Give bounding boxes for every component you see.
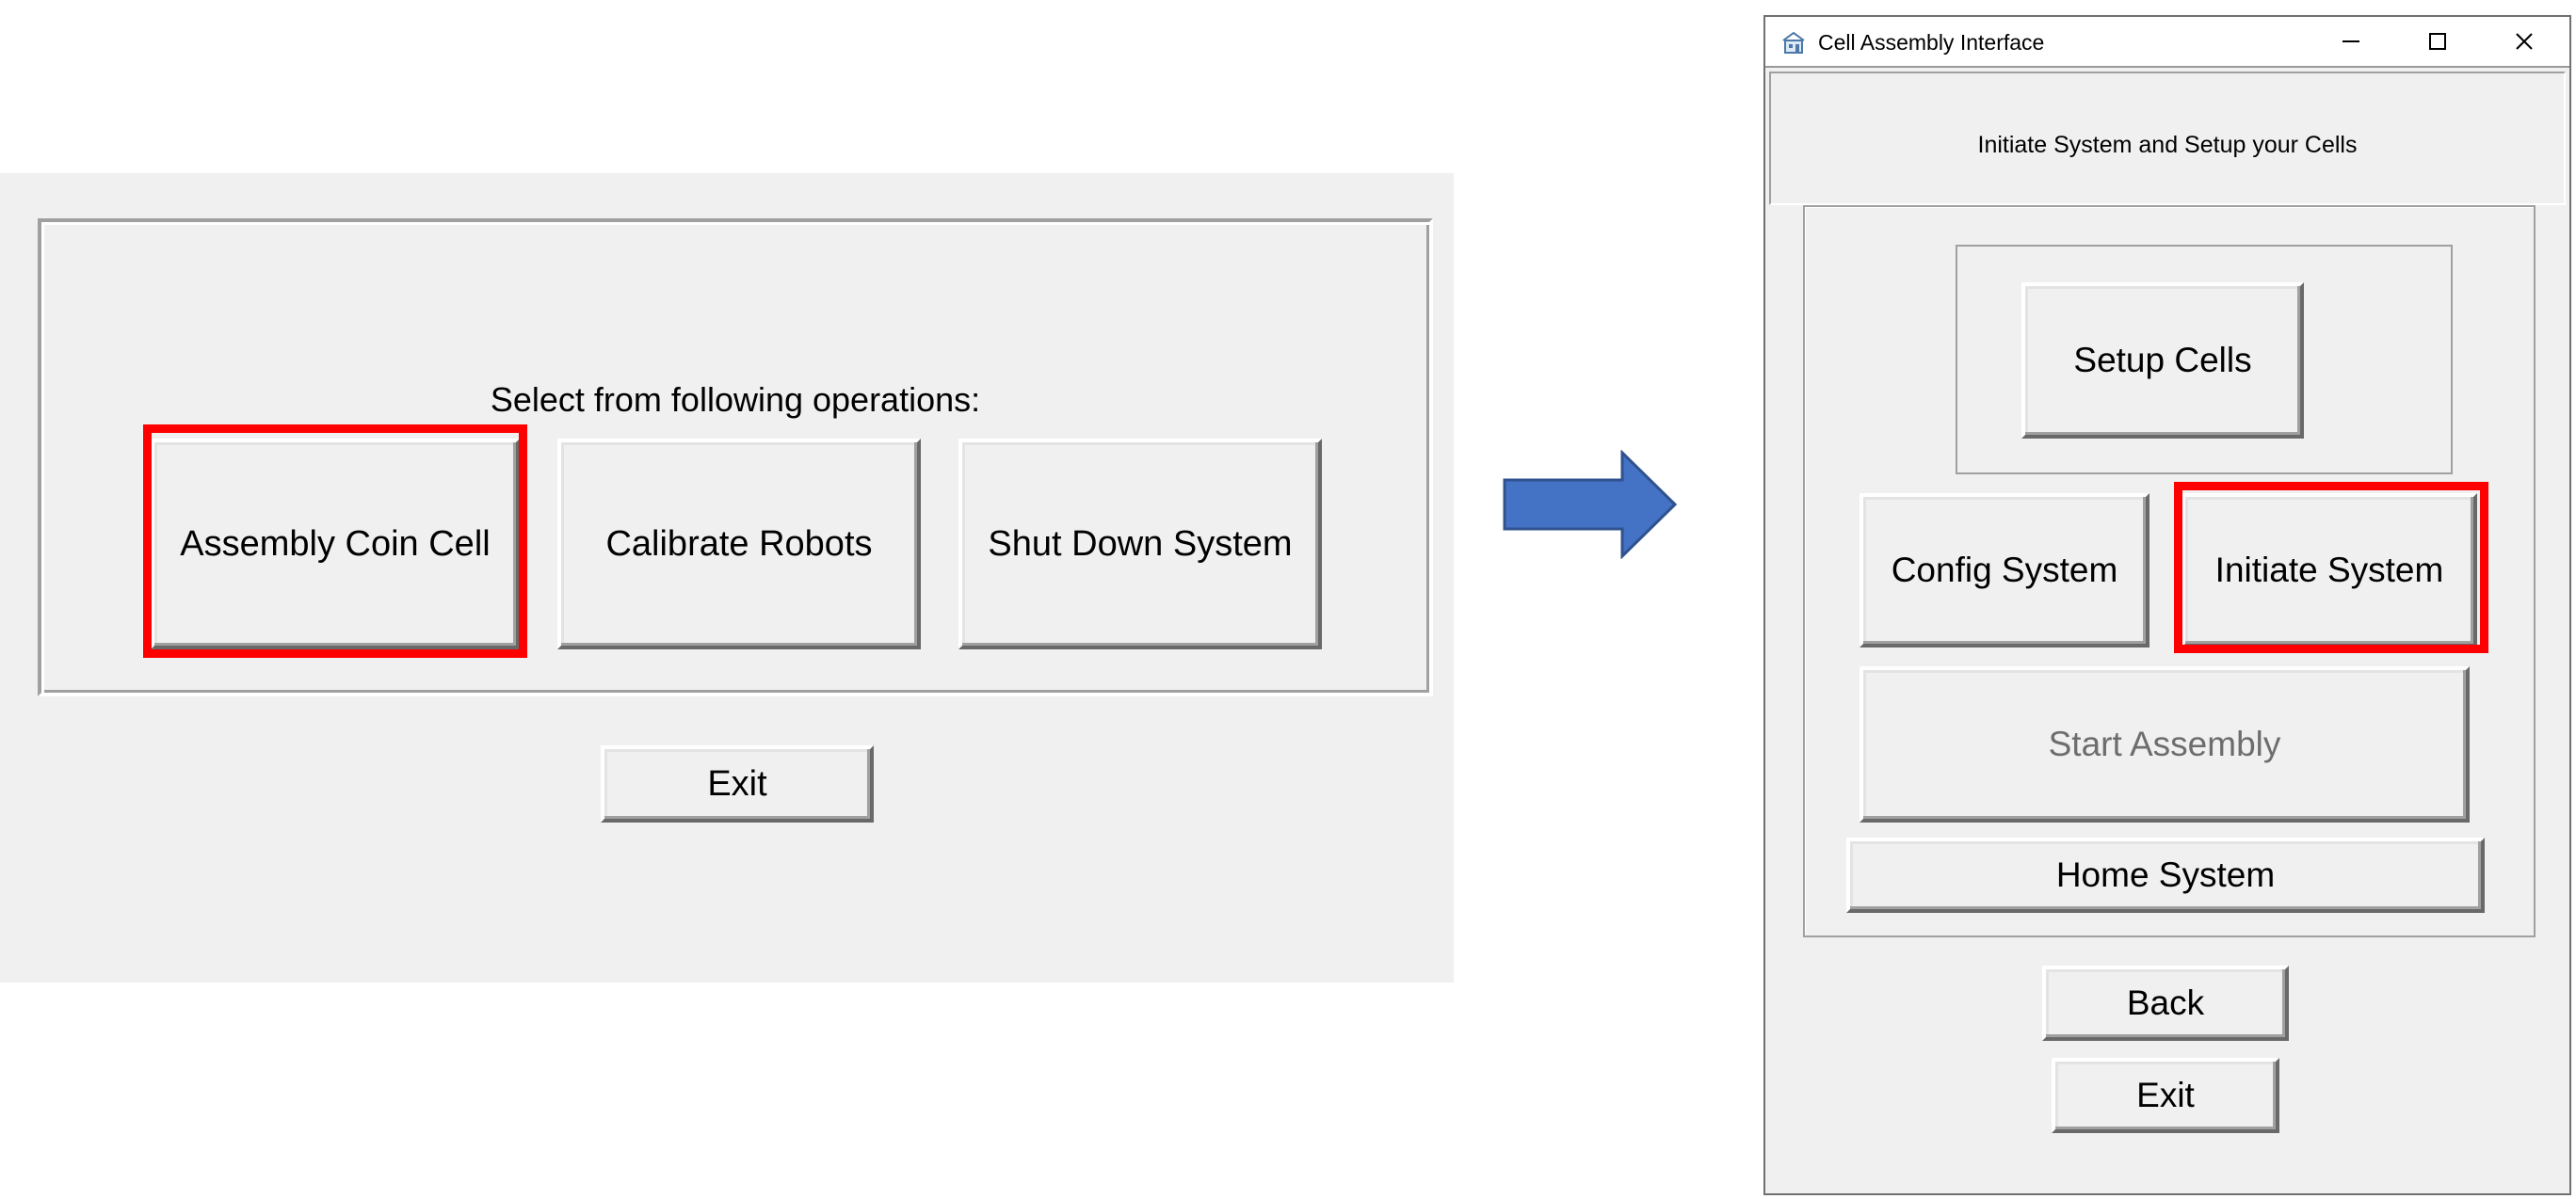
title-bar[interactable]: Cell Assembly Interface	[1765, 17, 2569, 68]
window-title: Cell Assembly Interface	[1818, 30, 2045, 55]
start-assembly-button[interactable]: Start Assembly	[1860, 666, 2470, 823]
back-button[interactable]: Back	[2042, 966, 2289, 1041]
home-system-button[interactable]: Home System	[1846, 838, 2485, 913]
close-icon	[2516, 33, 2533, 50]
exit-button[interactable]: Exit	[601, 745, 874, 823]
maximize-button[interactable]	[2394, 17, 2481, 66]
operations-prompt: Select from following operations:	[490, 380, 981, 419]
minimize-button[interactable]	[2308, 17, 2394, 66]
setup-cells-button[interactable]: Setup Cells	[2021, 282, 2304, 439]
initiate-system-button[interactable]: Initiate System	[2182, 493, 2477, 647]
operations-panel: Select from following operations: Assemb…	[0, 173, 1454, 983]
right-arrow-icon	[1503, 450, 1678, 559]
exit-button[interactable]: Exit	[2052, 1058, 2279, 1133]
app-icon	[1782, 31, 1805, 54]
config-system-button[interactable]: Config System	[1860, 493, 2149, 647]
maximize-icon	[2429, 33, 2446, 50]
shut-down-system-button[interactable]: Shut Down System	[958, 439, 1322, 649]
header-area: Initiate System and Setup your Cells	[1769, 72, 2566, 205]
assembly-coin-cell-button[interactable]: Assembly Coin Cell	[151, 439, 520, 649]
cell-assembly-window: Cell Assembly Interface Initiate System …	[1763, 15, 2571, 1195]
minimize-icon	[2343, 40, 2359, 42]
controls-frame: Setup Cells Config System Initiate Syste…	[1803, 205, 2536, 937]
close-button[interactable]	[2481, 17, 2568, 66]
header-label: Initiate System and Setup your Cells	[1977, 132, 2358, 158]
calibrate-robots-button[interactable]: Calibrate Robots	[557, 439, 921, 649]
